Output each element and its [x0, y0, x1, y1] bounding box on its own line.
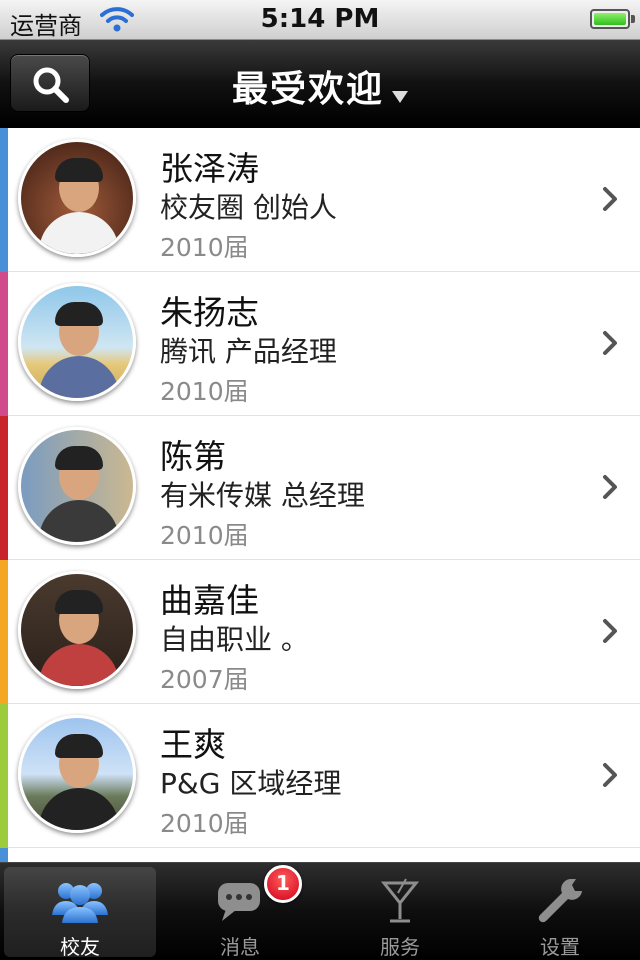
battery-level — [594, 13, 626, 25]
page-title: 最受欢迎 — [231, 69, 384, 110]
alumni-position: 校友圈 创始人 — [160, 191, 337, 224]
alumni-position: 自由职业 。 — [160, 623, 309, 656]
graduation-year: 2010届 — [160, 377, 249, 406]
cocktail-glass-icon — [380, 878, 420, 923]
alumni-name: 王爽 — [160, 725, 226, 764]
category-color-strip — [0, 848, 8, 862]
chevron-right-icon — [603, 187, 617, 211]
chevron-right-icon — [603, 475, 617, 499]
chevron-right-icon — [603, 331, 617, 355]
category-color-strip — [0, 704, 8, 848]
category-color-strip — [0, 272, 8, 416]
avatar — [18, 715, 136, 833]
title-dropdown[interactable]: 最受欢迎 — [0, 60, 640, 112]
graduation-year: 2010届 — [160, 521, 249, 550]
chevron-right-icon — [603, 763, 617, 787]
alumni-row[interactable]: 曲嘉佳 自由职业 。 2007届 — [0, 560, 640, 704]
tab-label: 消息 — [220, 935, 260, 959]
alumni-name: 朱扬志 — [160, 293, 259, 332]
unread-badge: 1 — [264, 865, 302, 903]
alumni-row[interactable]: 王爽 P&G 区域经理 2010届 — [0, 704, 640, 848]
wrench-icon — [538, 879, 582, 923]
alumni-row-partial[interactable] — [0, 848, 640, 862]
tab-alumni[interactable]: 校友 — [4, 867, 156, 959]
battery-tip — [631, 15, 635, 23]
alumni-list[interactable]: 张泽涛 校友圈 创始人 2010届 朱扬志 腾讯 产品经理 2010届 陈第 有米传媒 总经理… — [0, 128, 640, 862]
category-color-strip — [0, 560, 8, 704]
alumni-position: 腾讯 产品经理 — [160, 335, 337, 368]
chevron-right-icon — [603, 619, 617, 643]
dropdown-arrow-icon — [392, 90, 408, 103]
avatar — [18, 139, 136, 257]
category-color-strip — [0, 128, 8, 272]
avatar — [18, 283, 136, 401]
alumni-position: P&G 区域经理 — [160, 767, 342, 800]
alumni-name: 曲嘉佳 — [160, 581, 259, 620]
tab-settings[interactable]: 设置 — [484, 867, 636, 959]
alumni-position: 有米传媒 总经理 — [160, 479, 365, 512]
battery-icon — [590, 9, 630, 29]
category-color-strip — [0, 416, 8, 560]
graduation-year: 2010届 — [160, 809, 249, 838]
people-icon — [52, 883, 108, 923]
graduation-year: 2010届 — [160, 233, 249, 262]
chat-bubble-icon — [218, 883, 260, 921]
avatar — [18, 571, 136, 689]
graduation-year: 2007届 — [160, 665, 249, 694]
tab-services[interactable]: 服务 — [324, 867, 476, 959]
clock: 5:14 PM — [260, 4, 380, 34]
navigation-bar: 最受欢迎 — [0, 40, 640, 128]
tab-label: 设置 — [540, 935, 580, 959]
tab-messages[interactable]: 1 消息 — [164, 865, 316, 959]
tab-bar: 校友 1 消息 服务 设置 — [0, 862, 640, 960]
alumni-name: 陈第 — [160, 437, 226, 476]
alumni-row[interactable]: 朱扬志 腾讯 产品经理 2010届 — [0, 272, 640, 416]
alumni-row[interactable]: 陈第 有米传媒 总经理 2010届 — [0, 416, 640, 560]
tab-label: 服务 — [380, 935, 420, 959]
avatar — [18, 427, 136, 545]
tab-label: 校友 — [60, 935, 100, 959]
alumni-row[interactable]: 张泽涛 校友圈 创始人 2010届 — [0, 128, 640, 272]
status-bar: 运营商 5:14 PM — [0, 0, 640, 40]
alumni-name: 张泽涛 — [160, 149, 259, 188]
